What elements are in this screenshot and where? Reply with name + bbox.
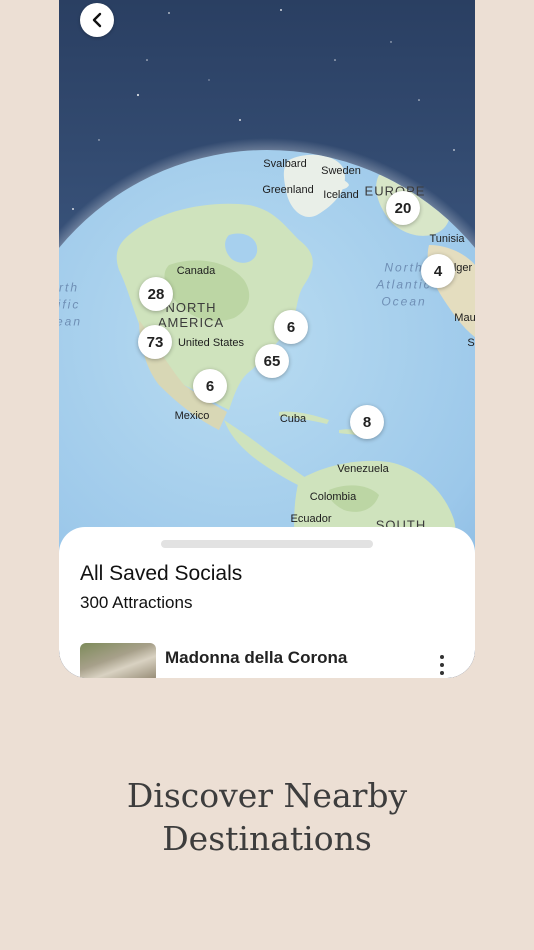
map-label-ecuador: Ecuador <box>290 513 332 525</box>
tagline-line-2: Destinations <box>162 819 372 858</box>
more-options-icon[interactable] <box>434 655 450 675</box>
tagline-line-1: Discover Nearby <box>126 776 408 815</box>
bottom-sheet[interactable]: All Saved Socials 300 Attractions Madonn… <box>59 527 475 678</box>
map-label-pacific-3: ean <box>59 314 83 329</box>
map-label-pacific-ocean: rth ific ean <box>59 280 82 331</box>
map-label-america: AMERICA <box>157 315 225 330</box>
map-label-algeria: lger <box>453 262 473 274</box>
back-button[interactable] <box>80 3 114 37</box>
cluster-marker-us-west[interactable]: 73 <box>138 325 172 359</box>
cluster-marker-mexico-north[interactable]: 6 <box>193 369 227 403</box>
map-label-tunisia: Tunisia <box>429 233 465 245</box>
map-label-united-states: United States <box>177 337 245 349</box>
map-label-cuba: Cuba <box>279 413 307 425</box>
cluster-marker-europe[interactable]: 20 <box>386 191 420 225</box>
map-label-canada: Canada <box>176 265 216 277</box>
attraction-thumbnail <box>80 643 156 678</box>
chevron-left-icon <box>92 12 102 28</box>
map-label-atlantic-3: Ocean <box>381 294 427 309</box>
cluster-marker-caribbean[interactable]: 8 <box>350 405 384 439</box>
cluster-marker-canada-west[interactable]: 28 <box>139 277 173 311</box>
tagline: Discover Nearby Destinations <box>0 774 534 860</box>
cluster-marker-africa[interactable]: 4 <box>421 254 455 288</box>
map-label-pacific-2: ific <box>59 297 81 312</box>
globe-map[interactable]: Svalbard Sweden Greenland Iceland EUROPE… <box>59 0 475 678</box>
map-label-mexico: Mexico <box>174 410 210 422</box>
map-label-sweden: Sweden <box>321 165 361 177</box>
sheet-subtitle: 300 Attractions <box>80 593 193 612</box>
map-label-svalbard: Svalbard <box>263 158 307 170</box>
sheet-title: All Saved Socials <box>80 562 243 585</box>
map-label-colombia: Colombia <box>309 491 357 503</box>
map-label-venezuela: Venezuela <box>337 463 389 475</box>
cluster-marker-us-northeast[interactable]: 6 <box>274 310 308 344</box>
cluster-marker-us-southeast[interactable]: 65 <box>255 344 289 378</box>
map-label-pacific-1: rth <box>59 280 79 295</box>
map-label-s: S <box>467 337 475 349</box>
phone-screen: Svalbard Sweden Greenland Iceland EUROPE… <box>59 0 475 678</box>
map-label-mau: Mau <box>454 312 475 324</box>
attraction-title: Madonna della Corona <box>165 648 348 667</box>
drag-handle[interactable] <box>161 540 373 548</box>
map-label-greenland: Greenland <box>262 184 314 196</box>
map-label-iceland: Iceland <box>323 189 359 201</box>
